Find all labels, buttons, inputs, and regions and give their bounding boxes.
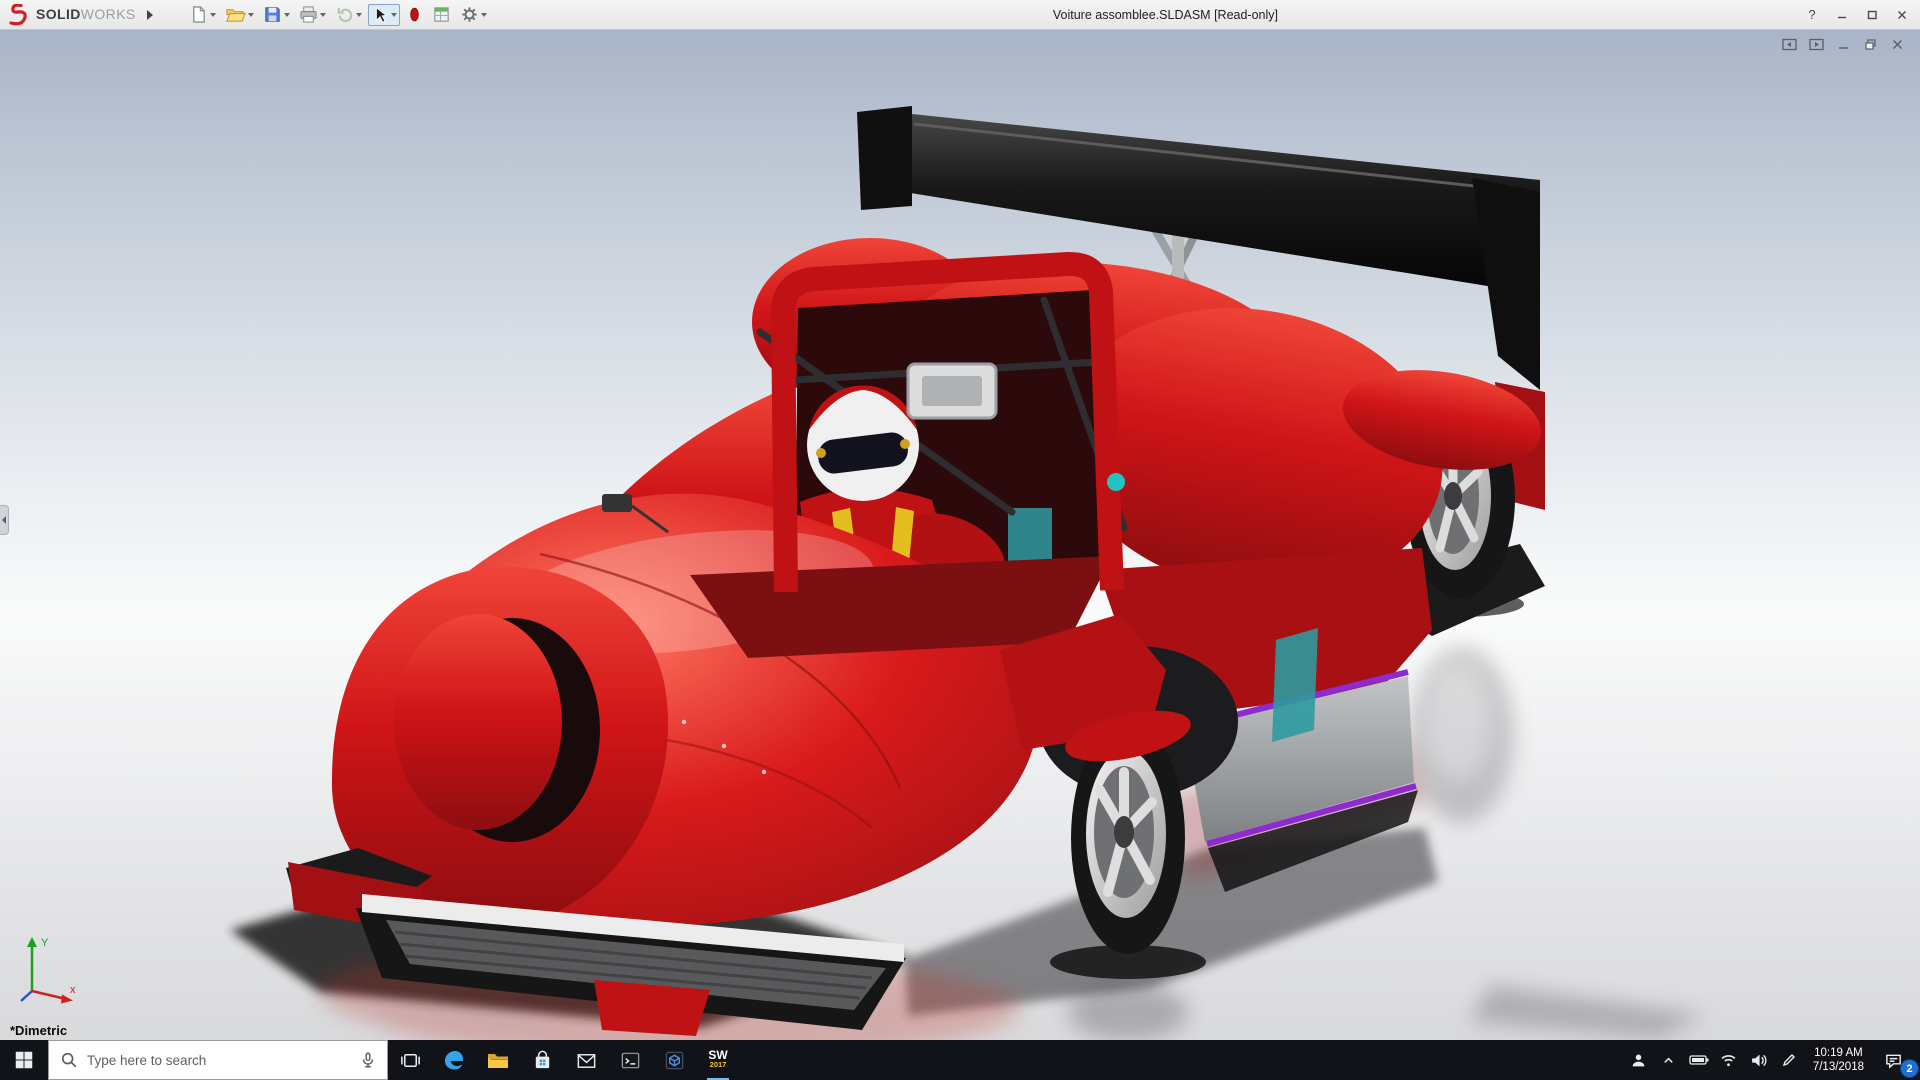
store-button[interactable]	[520, 1040, 564, 1080]
open-button[interactable]	[222, 3, 257, 26]
chevron-up-icon	[1664, 1057, 1674, 1063]
dropdown-caret-icon	[209, 12, 216, 17]
minimize-button[interactable]	[1828, 4, 1856, 26]
view-orientation-label: *Dimetric	[10, 1023, 68, 1038]
assembly-3d-view[interactable]	[0, 30, 1920, 1040]
battery-button[interactable]	[1684, 1040, 1714, 1080]
options-gear-icon	[462, 7, 477, 22]
new-document-icon	[192, 6, 205, 23]
appearance-bead-icon	[409, 7, 419, 22]
windows-taskbar: SW 2017 10:19	[0, 1040, 1920, 1080]
edge-button[interactable]	[432, 1040, 476, 1080]
hidden-icons-button[interactable]	[1654, 1040, 1684, 1080]
triad-x-label: x	[70, 984, 76, 996]
triad-y-label: Y	[41, 937, 49, 949]
search-input[interactable]	[87, 1052, 349, 1068]
close-icon	[1898, 10, 1906, 19]
print-icon	[300, 6, 317, 23]
people-button[interactable]	[1624, 1040, 1654, 1080]
window-title: Voiture assomblee.SLDASM [Read-only]	[1052, 7, 1278, 22]
dropdown-caret-icon	[480, 12, 487, 17]
volume-button[interactable]	[1744, 1040, 1774, 1080]
open-icon	[225, 9, 246, 22]
dropdown-caret-icon	[283, 12, 290, 17]
doc-close-button[interactable]	[1888, 36, 1906, 52]
pen-icon	[1782, 1054, 1795, 1067]
menu-expand-arrow[interactable]	[142, 5, 158, 25]
featuremanager-collapsed-tab[interactable]	[0, 504, 9, 535]
solidworks-logo: SOLIDWORKS	[0, 3, 142, 26]
cad-viewer-icon	[665, 1051, 683, 1069]
save-icon	[264, 7, 280, 22]
quick-toolbar	[186, 3, 490, 26]
task-view-icon	[400, 1053, 420, 1067]
mail-icon	[577, 1053, 595, 1068]
ds-logo-icon	[9, 3, 27, 25]
close-button[interactable]	[1888, 4, 1916, 26]
mail-button[interactable]	[564, 1040, 608, 1080]
clock-time: 10:19 AM	[1814, 1047, 1863, 1059]
dropdown-caret-icon	[247, 12, 254, 17]
left-triangle-icon	[2, 515, 6, 524]
maximize-icon	[1867, 10, 1877, 19]
system-tray: 10:19 AM 7/13/2018	[1624, 1040, 1920, 1080]
titlebar: SOLIDWORKS Voiture assomblee.SLDASM [Rea…	[0, 0, 1920, 30]
console-icon	[621, 1052, 639, 1068]
logo-text-bold: SOLID	[36, 5, 81, 22]
solidworks-window: SOLIDWORKS Voiture assomblee.SLDASM [Rea…	[0, 0, 1920, 1080]
edge-icon	[445, 1051, 463, 1070]
taskbar-clock[interactable]: 10:19 AM 7/13/2018	[1804, 1046, 1873, 1074]
wifi-icon	[1721, 1054, 1736, 1066]
logo-text-light: WORKS	[80, 5, 136, 22]
print-button[interactable]	[296, 3, 329, 26]
microphone-icon[interactable]	[359, 1051, 377, 1069]
clock-date: 7/13/2018	[1812, 1061, 1864, 1073]
window-controls: ?	[1798, 0, 1916, 29]
network-button[interactable]	[1714, 1040, 1744, 1080]
design-table-icon	[434, 7, 449, 22]
doc-restore-button[interactable]	[1861, 36, 1879, 52]
dropdown-caret-icon	[355, 12, 362, 17]
cad-viewer-button[interactable]	[652, 1040, 696, 1080]
save-button[interactable]	[260, 3, 293, 26]
doc-minimize-button[interactable]	[1834, 36, 1852, 52]
store-icon	[535, 1050, 549, 1068]
tile-right-button[interactable]	[1807, 36, 1825, 52]
solidworks-app-button[interactable]: SW 2017	[696, 1040, 740, 1080]
help-button[interactable]: ?	[1798, 4, 1826, 26]
tile-left-button[interactable]	[1780, 36, 1798, 52]
maximize-button[interactable]	[1858, 4, 1886, 26]
windows-ink-button[interactable]	[1774, 1040, 1804, 1080]
notification-badge: 2	[1900, 1059, 1919, 1078]
minimize-icon	[1838, 16, 1846, 18]
solidworks-2017-icon: SW 2017	[708, 1048, 728, 1069]
appearance-button[interactable]	[403, 3, 426, 26]
search-icon	[60, 1051, 78, 1069]
battery-icon	[1689, 1055, 1709, 1065]
select-tool-button[interactable]	[367, 3, 400, 26]
right-triangle-icon	[146, 9, 153, 20]
speaker-icon	[1752, 1054, 1767, 1066]
undo-button[interactable]	[332, 3, 365, 26]
graphics-viewport[interactable]: Y x *Dimetric	[0, 30, 1920, 1040]
people-icon	[1632, 1054, 1645, 1066]
file-explorer-button[interactable]	[476, 1040, 520, 1080]
options-button[interactable]	[457, 3, 490, 26]
console-button[interactable]	[608, 1040, 652, 1080]
taskbar-search[interactable]	[48, 1040, 388, 1080]
new-document-button[interactable]	[186, 3, 219, 26]
start-button[interactable]	[0, 1040, 48, 1080]
design-table-button[interactable]	[429, 3, 454, 26]
mirror-glass	[922, 376, 982, 406]
task-view-button[interactable]	[388, 1040, 432, 1080]
select-cursor-icon	[375, 6, 388, 23]
orientation-triad: Y x	[14, 931, 84, 1014]
undo-icon	[337, 7, 352, 23]
sensor-dot	[1107, 473, 1125, 491]
windows-logo-icon	[15, 1051, 33, 1069]
document-window-controls	[1780, 36, 1906, 52]
file-explorer-icon	[488, 1054, 508, 1068]
dropdown-caret-icon	[319, 12, 326, 17]
dropdown-caret-icon	[390, 12, 397, 17]
